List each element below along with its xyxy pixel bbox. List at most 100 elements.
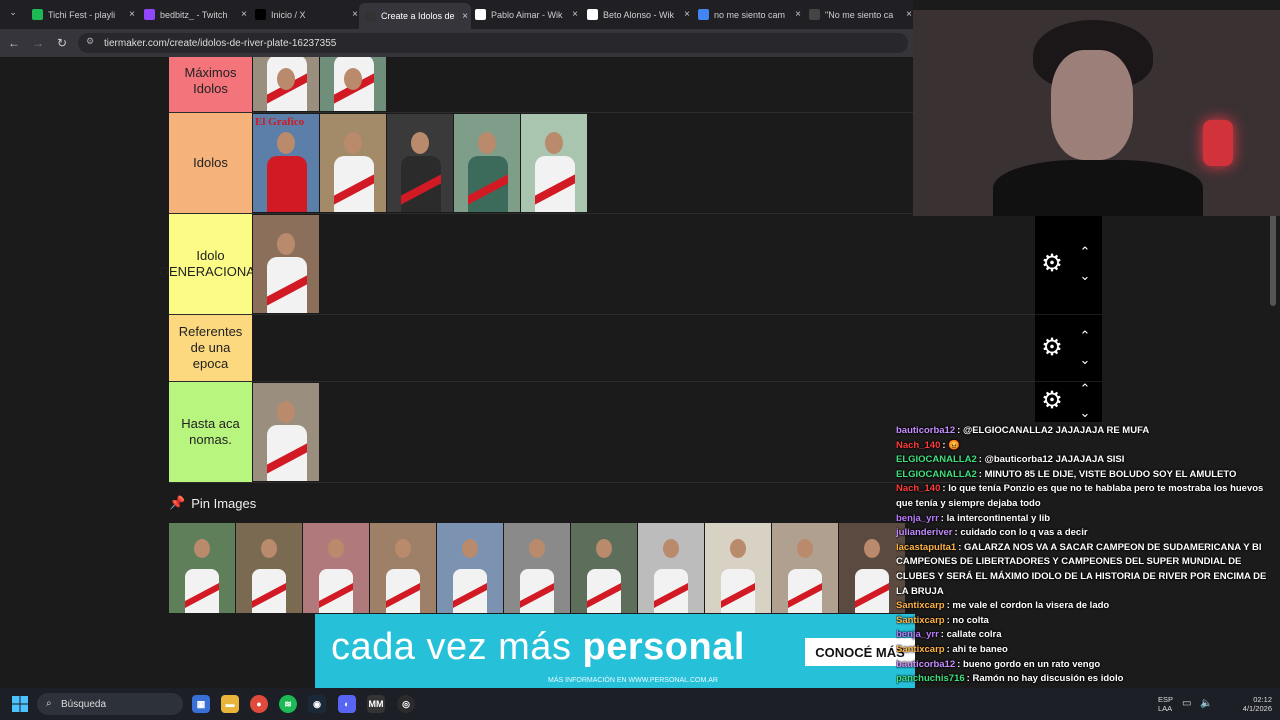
tier-label[interactable]: Idolo GENERACIONAL — [159, 214, 262, 314]
move-down-icon[interactable]: ⌄ — [1075, 269, 1095, 283]
windows-start-icon[interactable] — [12, 696, 28, 712]
tab-5[interactable]: Pablo Aimar - Wik × — [469, 4, 581, 25]
player-image[interactable] — [320, 57, 386, 111]
language-indicator[interactable]: ESP LAA — [1158, 695, 1173, 713]
spotify-taskbar-icon[interactable]: ≋ — [279, 695, 297, 713]
pin-image[interactable] — [772, 523, 838, 613]
tab-title: Inicio / X — [271, 9, 306, 20]
mm-app-icon[interactable]: MM — [367, 695, 385, 713]
move-up-icon[interactable]: ⌃ — [1075, 245, 1095, 259]
close-tab-icon[interactable]: × — [126, 9, 138, 20]
chrome-icon[interactable]: ● — [250, 695, 268, 713]
taskbar-search-text: Búsqueda — [61, 698, 107, 710]
tier-label[interactable]: Máximos Idolos — [169, 57, 252, 112]
chat-text: la intercontinental y lib — [946, 512, 1051, 524]
obs-icon[interactable]: ◎ — [397, 695, 415, 713]
move-down-icon[interactable]: ⌄ — [1075, 406, 1095, 420]
pin-image[interactable] — [437, 523, 503, 613]
pin-image[interactable] — [370, 523, 436, 613]
chat-overlay: bauticorba12: @ELGIOCANALLA2 JAJAJAJA RE… — [896, 424, 1276, 720]
pin-image[interactable] — [169, 523, 235, 613]
tab-title: Tichi Fest - playli — [48, 9, 116, 20]
search-icon: ⌕ — [46, 698, 52, 709]
chat-username[interactable]: benja_yrr — [896, 629, 939, 640]
chat-text: callate colra — [946, 629, 1002, 641]
move-down-icon[interactable]: ⌄ — [1075, 353, 1095, 367]
site-info-icon[interactable]: ⚙ — [86, 36, 98, 48]
gear-icon[interactable]: ⚙ — [1039, 251, 1065, 277]
page-scrollbar[interactable] — [1270, 214, 1276, 306]
player-image[interactable] — [454, 114, 520, 212]
tab-3[interactable]: Inicio / X × — [249, 4, 361, 25]
chat-username[interactable]: Santixcarp — [896, 600, 945, 611]
tier-label[interactable]: Hasta aca nomas. — [169, 382, 252, 482]
language-layout: LAA — [1158, 704, 1173, 713]
tab-6[interactable]: Beto Alonso - Wik × — [581, 4, 693, 25]
tab-1[interactable]: Tichi Fest - playli × — [26, 4, 138, 25]
player-image[interactable] — [387, 114, 453, 212]
player-image[interactable] — [521, 114, 587, 212]
chat-username[interactable]: ELGIOCANALLA2 — [896, 454, 977, 465]
gear-icon[interactable]: ⚙ — [1039, 388, 1065, 414]
chat-message: panchuchis716: Ramón no hay discusión es… — [896, 672, 1276, 687]
tier-label[interactable]: Referentes de una epoca — [169, 315, 252, 381]
pin-image[interactable] — [303, 523, 369, 613]
tab-2[interactable]: bedbitz_ - Twitch × — [138, 4, 250, 25]
chat-username[interactable]: ELGIOCANALLA2 — [896, 469, 977, 480]
chat-username[interactable]: Santixcarp — [896, 615, 945, 626]
chat-text: bueno gordo en un rato vengo — [962, 658, 1101, 670]
close-tab-icon[interactable]: × — [569, 9, 581, 20]
chat-username[interactable]: bauticorba12 — [896, 659, 955, 670]
tab-list-button[interactable]: ⌄ — [6, 7, 20, 21]
chat-message: lacastapulta1: GALARZA NOS VA A SACAR CA… — [896, 541, 1276, 599]
chat-username[interactable]: Nach_140 — [896, 440, 940, 451]
chat-username[interactable]: Santixcarp — [896, 644, 945, 655]
player-image[interactable] — [320, 114, 386, 212]
clock[interactable]: 02:12 4/1/2026 — [1243, 695, 1272, 713]
pin-image[interactable] — [504, 523, 570, 613]
pin-icon: 📌 — [169, 495, 186, 510]
pin-image[interactable] — [705, 523, 771, 613]
chat-message: Santixcarp: ahi te baneo — [896, 643, 1276, 658]
tab-title: bedbitz_ - Twitch — [160, 9, 228, 20]
chat-message: julianderiver: cuidado con lo q vas a de… — [896, 526, 1276, 541]
chat-username[interactable]: bauticorba12 — [896, 425, 955, 436]
discord-icon[interactable]: ◐ — [338, 695, 356, 713]
chat-text: 😡 — [948, 439, 961, 451]
move-up-icon[interactable]: ⌃ — [1075, 382, 1095, 396]
chat-text: Ramón no hay discusión es idolo — [972, 673, 1124, 685]
chat-username[interactable]: julianderiver — [896, 527, 953, 538]
volume-icon[interactable]: 🔈 — [1200, 698, 1212, 709]
steam-icon[interactable]: ◉ — [308, 695, 326, 713]
tab-8[interactable]: "No me siento ca × — [803, 4, 915, 25]
store-icon[interactable]: ▦ — [192, 695, 210, 713]
move-up-icon[interactable]: ⌃ — [1075, 329, 1095, 343]
reload-icon[interactable]: ↻ — [54, 35, 70, 51]
taskbar-search[interactable]: Búsqueda — [37, 693, 183, 715]
pin-image[interactable] — [571, 523, 637, 613]
forward-icon[interactable]: → — [30, 35, 46, 51]
tab-4[interactable]: Create a Idolos de × — [359, 3, 471, 29]
back-icon[interactable]: ← — [6, 35, 22, 51]
file-explorer-icon[interactable]: ▬ — [221, 695, 239, 713]
tab-7[interactable]: no me siento cam × — [692, 4, 804, 25]
tier-label[interactable]: Idolos — [169, 113, 252, 213]
chat-username[interactable]: benja_yrr — [896, 513, 939, 524]
player-image[interactable] — [253, 57, 319, 111]
chat-text: MINUTO 85 LE DIJE, VISTE BOLUDO SOY EL A… — [984, 468, 1237, 480]
player-image[interactable]: El Grafico — [253, 114, 319, 212]
tier-row: Idolos El Grafico — [169, 113, 1035, 214]
player-image[interactable] — [253, 215, 319, 313]
tab-title: Pablo Aimar - Wik — [491, 9, 563, 20]
url-field[interactable]: tiermaker.com/create/idolos-de-river-pla… — [78, 33, 908, 53]
ad-banner[interactable]: cada vez más personal CONOCÉ MÁS MÁS INF… — [315, 614, 915, 688]
chat-username[interactable]: lacastapulta1 — [896, 542, 956, 553]
ad-headline-bold: personal — [582, 626, 745, 668]
gear-icon[interactable]: ⚙ — [1039, 335, 1065, 361]
pin-image[interactable] — [236, 523, 302, 613]
player-image[interactable] — [253, 383, 319, 481]
chat-username[interactable]: Nach_140 — [896, 483, 940, 494]
pin-image[interactable] — [638, 523, 704, 613]
chat-username[interactable]: panchuchis716 — [896, 673, 965, 684]
network-icon[interactable]: ▭ — [1182, 698, 1191, 709]
